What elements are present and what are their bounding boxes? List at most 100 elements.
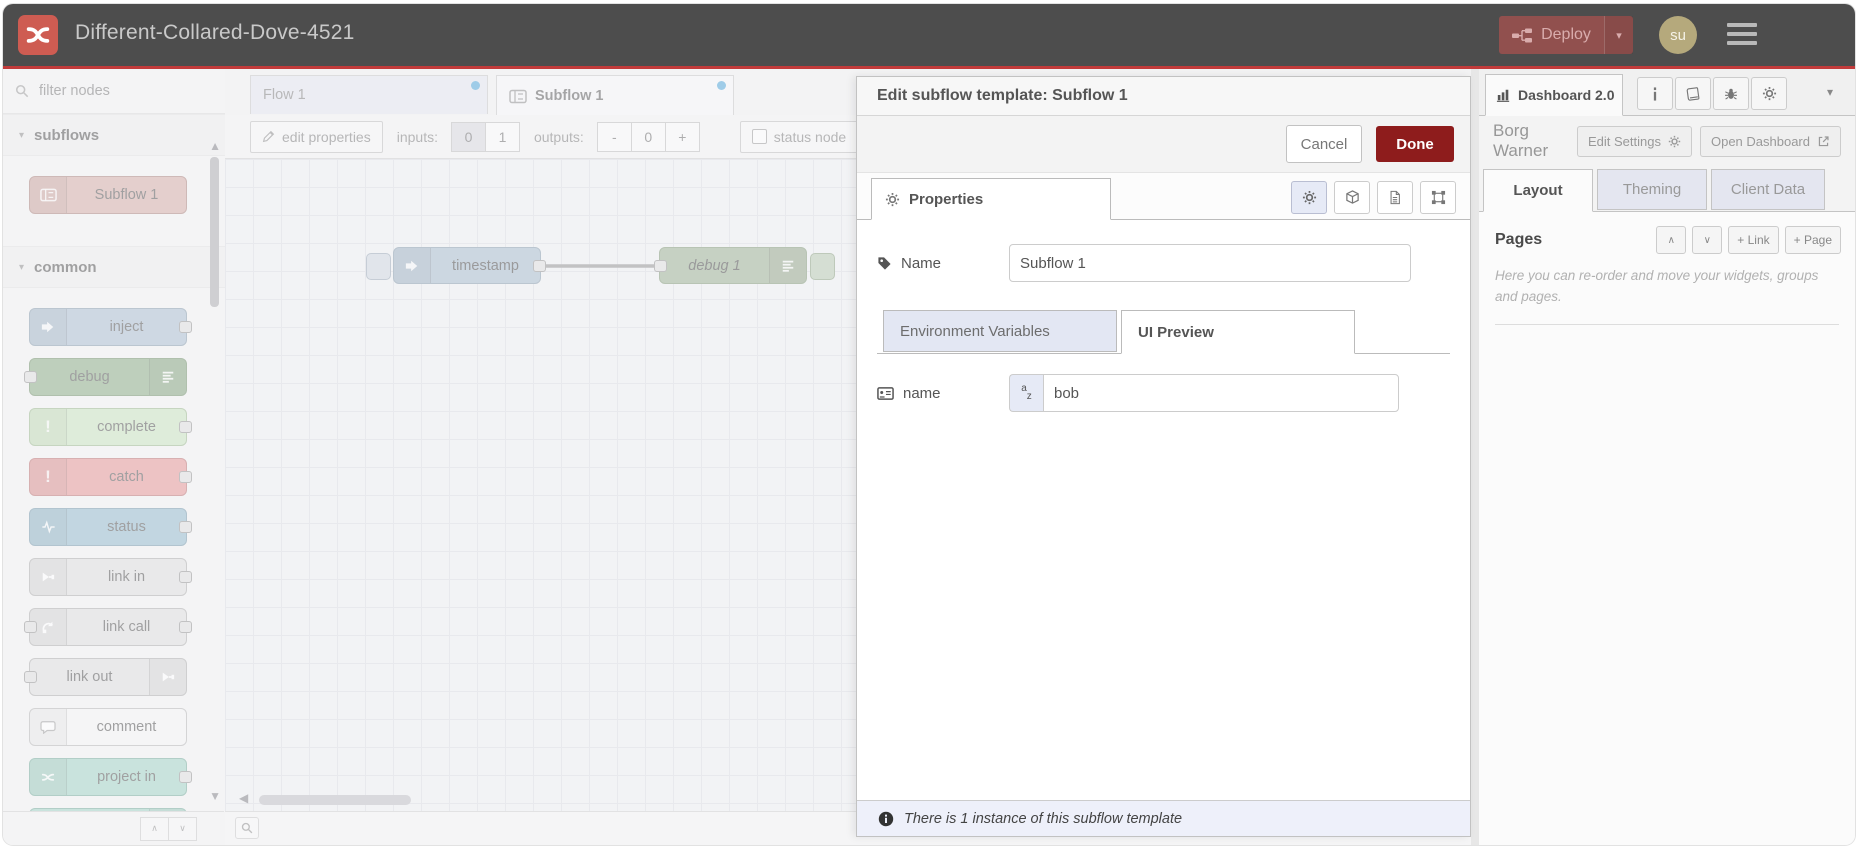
dashboard-subtabs: Layout Theming Client Data (1479, 166, 1855, 212)
palette-node-inject[interactable]: inject (29, 308, 192, 346)
dashboard-name: Borg Warner (1493, 121, 1549, 160)
outputs-label: outputs: (533, 128, 584, 145)
subflow-name-input[interactable] (1009, 244, 1411, 282)
tab-properties[interactable]: Properties (871, 178, 1111, 220)
env-value-input[interactable] (1043, 374, 1399, 412)
inject-trigger-button[interactable] (366, 253, 391, 280)
input-port (24, 371, 37, 383)
tab-ui-preview[interactable]: UI Preview (1121, 310, 1355, 354)
deploy-label: Deploy (1541, 26, 1591, 43)
gear-icon (1302, 190, 1316, 205)
palette-node-link-out[interactable]: link out (24, 658, 187, 696)
tab-label: Flow 1 (263, 87, 306, 103)
input-port[interactable] (654, 259, 667, 272)
node-label: timestamp (452, 257, 519, 274)
tab-dashboard-2[interactable]: Dashboard 2.0 (1485, 74, 1623, 116)
palette-filter-input[interactable] (37, 82, 191, 100)
link-in-icon (30, 559, 67, 595)
outputs-decrement-button[interactable]: - (596, 121, 632, 152)
expand-categories-button[interactable]: ∨ (168, 816, 197, 841)
palette-scroll-down-arrow[interactable]: ▼ (209, 789, 221, 803)
node-label: comment (96, 719, 157, 735)
debug-icon (769, 248, 806, 283)
palette-node-debug[interactable]: debug (24, 358, 187, 396)
deploy-icon (1512, 28, 1533, 42)
deploy-button[interactable]: Deploy ▾ (1499, 16, 1633, 54)
output-port[interactable] (533, 259, 546, 272)
appearance-tab-button[interactable] (1334, 181, 1370, 214)
search-flows-button[interactable] (235, 817, 259, 839)
sidebar-tabs-caret[interactable]: ▾ (1827, 85, 1833, 99)
inputs-1-button[interactable]: 1 (484, 121, 520, 152)
config-nodes-tab-button[interactable] (1751, 77, 1787, 110)
tab-theming[interactable]: Theming (1597, 169, 1707, 210)
help-tab-button[interactable] (1675, 77, 1711, 110)
open-dashboard-button[interactable]: Open Dashboard (1699, 125, 1841, 157)
collapse-all-button[interactable]: ∧ (1656, 226, 1687, 254)
palette-search[interactable] (3, 69, 225, 114)
add-link-button[interactable]: + Link (1728, 226, 1779, 254)
cancel-button[interactable]: Cancel (1286, 125, 1362, 163)
external-link-icon (1818, 135, 1829, 146)
collapse-categories-button[interactable]: ∧ (140, 816, 169, 841)
expand-all-button[interactable]: ∨ (1692, 226, 1723, 254)
deploy-button-main[interactable]: Deploy (1499, 16, 1604, 54)
properties-tab-button[interactable] (1291, 181, 1327, 214)
status-node-checkbox[interactable] (751, 129, 767, 144)
name-field-label: Name (877, 255, 1009, 272)
tab-client-data[interactable]: Client Data (1711, 169, 1825, 210)
status-node-toggle[interactable]: status node (739, 120, 859, 153)
palette-footer: ∧ ∨ (3, 811, 224, 845)
outputs-increment-button[interactable]: + (664, 121, 700, 152)
module-properties-tab-button[interactable] (1420, 181, 1456, 214)
tab-label: Properties (909, 190, 984, 208)
palette-scrollbar-thumb[interactable] (210, 157, 219, 307)
user-avatar[interactable]: su (1659, 16, 1697, 54)
dialog-title: Edit subflow template: Subflow 1 (857, 77, 1470, 116)
palette-category-common[interactable]: ▾ common (3, 246, 225, 288)
palette-category-subflows[interactable]: ▾ subflows (3, 114, 225, 156)
palette-node-catch[interactable]: ! catch (29, 458, 192, 496)
node-palette: ▾ subflows Subflow 1 ▾ common inject (3, 69, 226, 845)
tab-environment-variables[interactable]: Environment Variables (883, 310, 1117, 352)
inputs-0-button[interactable]: 0 (450, 121, 486, 152)
string-type-button[interactable]: az (1009, 374, 1043, 412)
tab-layout[interactable]: Layout (1483, 169, 1593, 212)
inputs-toggle-group: 0 1 (450, 121, 520, 152)
palette-node-comment[interactable]: comment (29, 708, 187, 746)
edit-properties-button[interactable]: edit properties (250, 120, 383, 153)
palette-node-complete[interactable]: ! complete (29, 408, 192, 446)
outputs-count[interactable]: 0 (630, 121, 666, 152)
palette-scroll-up-arrow[interactable]: ▲ (209, 139, 221, 153)
inject-icon (394, 248, 431, 283)
done-button[interactable]: Done (1376, 126, 1454, 162)
info-tab-button[interactable] (1637, 77, 1673, 110)
complete-icon: ! (30, 409, 67, 445)
pages-help-text: Here you can re-order and move your widg… (1495, 268, 1819, 304)
button-label: Open Dashboard (1710, 133, 1810, 149)
info-icon (878, 811, 894, 826)
tab-subflow-1[interactable]: Subflow 1 (496, 75, 734, 116)
canvas-node-debug-1[interactable]: debug 1 (654, 247, 807, 284)
palette-node-project-in[interactable]: project in (29, 758, 192, 796)
deploy-options-caret[interactable]: ▾ (1604, 16, 1633, 54)
output-port (179, 771, 192, 783)
canvas-scroll-left-arrow[interactable]: ◀ (239, 791, 248, 805)
palette-node-link-in[interactable]: link in (29, 558, 192, 596)
debug-toggle-button[interactable] (810, 253, 835, 280)
add-page-button[interactable]: + Page (1784, 226, 1841, 254)
palette-node-subflow-1[interactable]: Subflow 1 (29, 176, 187, 214)
main-menu-button[interactable] (1727, 23, 1757, 45)
palette-node-link-call[interactable]: link call (24, 608, 192, 646)
canvas-hscrollbar-thumb[interactable] (259, 795, 411, 805)
subflow-icon (30, 177, 67, 213)
node-label: project in (97, 769, 156, 785)
tab-flow-1[interactable]: Flow 1 (250, 75, 488, 114)
palette-node-status[interactable]: status (29, 508, 192, 546)
description-tab-button[interactable] (1377, 181, 1413, 214)
edit-settings-button[interactable]: Edit Settings (1576, 125, 1692, 157)
canvas-node-timestamp[interactable]: timestamp (393, 247, 546, 284)
tab-label: Subflow 1 (535, 88, 604, 104)
debug-tab-button[interactable] (1713, 77, 1749, 110)
gear-icon (885, 192, 900, 206)
